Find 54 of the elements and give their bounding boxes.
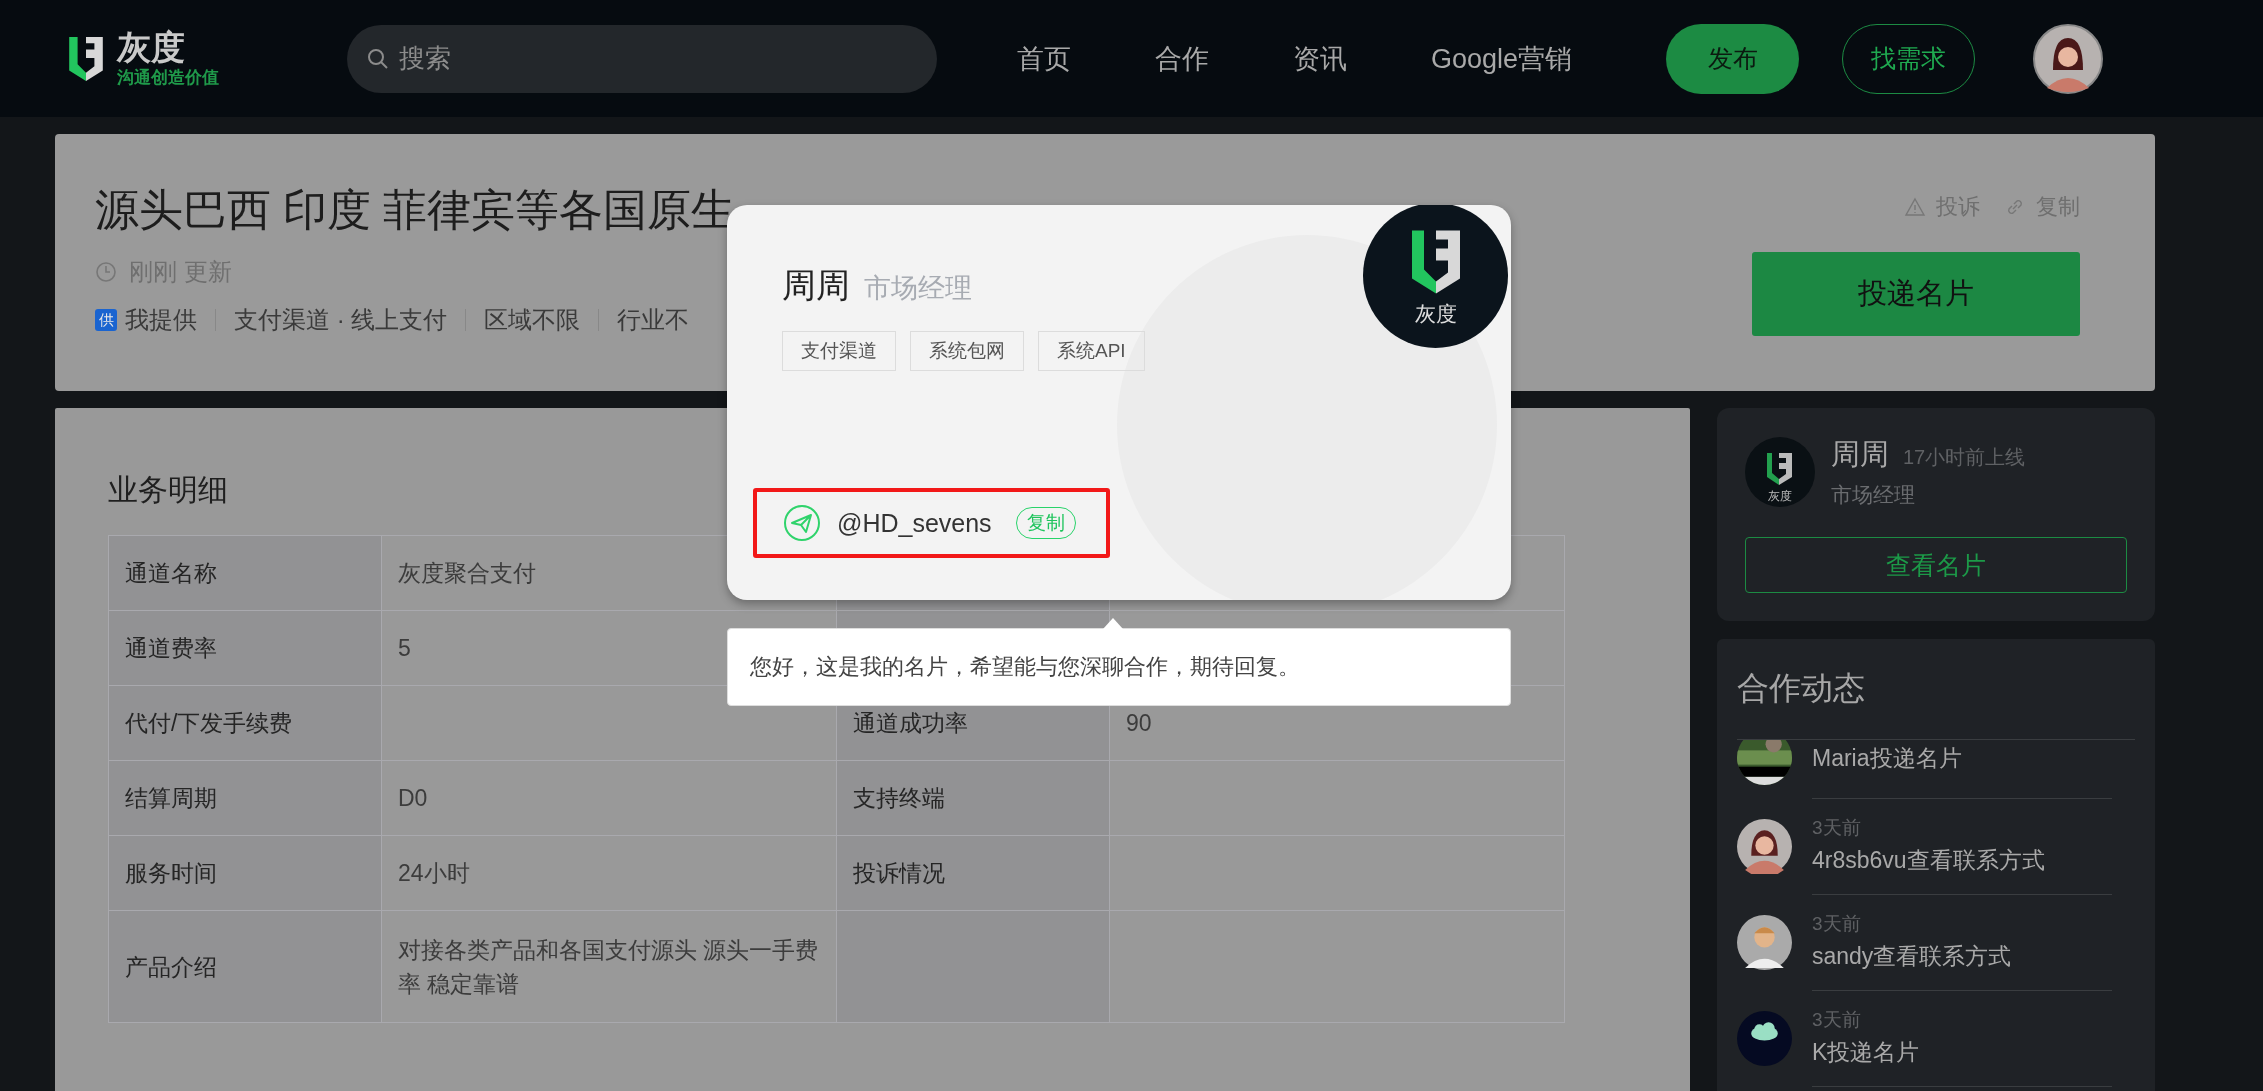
activity-time: 3天前 xyxy=(1812,1008,1862,1032)
card-name: 周周 xyxy=(782,265,850,306)
row-label: 支持终端 xyxy=(837,761,1110,836)
nav-link[interactable]: 资讯 xyxy=(1293,40,1347,77)
listing-tag: 区域不限 xyxy=(484,304,581,336)
nav-link[interactable]: 合作 xyxy=(1155,40,1209,77)
section-heading: 合作动态 xyxy=(1737,669,1866,708)
card-tag: 系统包网 xyxy=(910,331,1024,371)
message-tooltip: 您好，这是我的名片，希望能与您深聊合作，期待回复。 xyxy=(727,628,1511,706)
activity-text: K投递名片 xyxy=(1812,1038,1921,1067)
logo-badge: 灰度 xyxy=(1745,437,1815,507)
online-status: 17小时前上线 xyxy=(1903,445,2026,470)
avatar-icon xyxy=(1737,818,1792,874)
avatar-icon xyxy=(1737,1010,1792,1066)
profile-name: 周周 xyxy=(1831,437,1889,472)
send-card-button[interactable]: 投递名片 xyxy=(1752,252,2080,336)
warning-icon xyxy=(1904,197,1926,217)
provider-badge: 供 xyxy=(95,309,117,331)
row-label: 结算周期 xyxy=(109,761,382,836)
activity-text: sandy查看联系方式 xyxy=(1812,942,2013,971)
listing-tag: 支付渠道 · 线上支付 xyxy=(234,304,448,336)
search-icon xyxy=(367,47,389,70)
logo-slogan: 沟通创造价值 xyxy=(117,67,219,89)
card-tag: 系统API xyxy=(1038,331,1145,371)
row-label: 投诉情况 xyxy=(837,836,1110,911)
logo-text: 灰度 xyxy=(117,28,186,66)
nav-link[interactable]: Google营销 xyxy=(1431,40,1573,77)
row-label: 服务时间 xyxy=(109,836,382,911)
search-field[interactable]: 搜索 xyxy=(347,24,937,93)
activity-time: 3天前 xyxy=(1812,816,1862,840)
row-label: 通道费率 xyxy=(109,611,382,686)
avatar-icon[interactable] xyxy=(2033,23,2104,94)
card-tag: 支付渠道 xyxy=(782,331,896,371)
publish-button[interactable]: 发布 xyxy=(1666,23,1800,94)
activity-text: Maria投递名片 xyxy=(1812,744,1963,773)
row-label: 通道名称 xyxy=(109,536,382,611)
listing-title: 源头巴西 印度 菲律宾等各国原生 xyxy=(95,184,736,236)
avatar-icon xyxy=(1737,914,1792,970)
section-heading: 业务明细 xyxy=(108,472,229,508)
nav-link[interactable]: 首页 xyxy=(1017,40,1071,77)
activity-time: 3天前 xyxy=(1812,912,1862,936)
paper-plane-icon xyxy=(783,504,821,542)
activity-text: 4r8sb6vu查看联系方式 xyxy=(1812,846,2046,875)
profile-role: 市场经理 xyxy=(1831,482,1916,508)
view-card-button[interactable]: 查看名片 xyxy=(1745,537,2127,593)
tooltip-arrow xyxy=(1103,618,1123,629)
contact-handle: @HD_sevens xyxy=(837,508,992,538)
row-label: 产品介绍 xyxy=(109,911,382,1023)
card-role: 市场经理 xyxy=(864,272,972,305)
listing-tag: 行业不 xyxy=(617,304,690,336)
clock-icon xyxy=(95,261,117,283)
row-label: 代付/下发手续费 xyxy=(109,686,382,761)
logo-text: 灰度 xyxy=(1414,300,1457,327)
provider-label: 我提供 xyxy=(125,305,197,335)
